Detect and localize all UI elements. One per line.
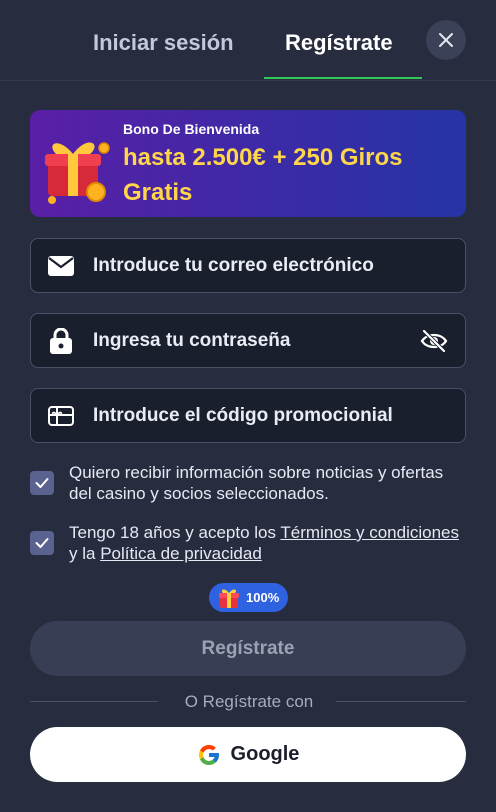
promo-field-container — [30, 388, 466, 443]
checkmark-icon — [35, 538, 49, 548]
email-input[interactable] — [91, 238, 465, 293]
envelope-icon — [47, 252, 75, 280]
toggle-password-visibility[interactable] — [419, 326, 449, 356]
terms-middle: y la — [69, 544, 101, 563]
welcome-bonus-banner: Bono De Bienvenida hasta 2.500€ + 250 Gi… — [30, 110, 466, 217]
divider-line-right — [336, 701, 466, 702]
checkmark-icon — [35, 478, 49, 488]
promo-code-input[interactable] — [91, 388, 465, 443]
email-field-container — [30, 238, 466, 293]
progress-value: 100% — [246, 590, 280, 605]
google-signup-button[interactable]: Google — [30, 727, 466, 782]
terms-link[interactable]: Términos y condiciones — [280, 523, 459, 542]
marketing-consent-row: Quiero recibir información sobre noticia… — [30, 462, 466, 506]
privacy-link[interactable]: Política de privacidad — [100, 544, 262, 563]
divider-line-left — [30, 701, 158, 702]
active-tab-indicator — [264, 77, 422, 79]
social-divider: O Regístrate con — [30, 692, 466, 712]
eye-off-icon — [420, 329, 448, 352]
register-submit-button[interactable]: Regístrate — [30, 621, 466, 676]
lock-icon — [47, 327, 75, 355]
divider-text: O Regístrate con — [184, 692, 314, 711]
gift-box-icon — [45, 142, 110, 204]
password-field-container — [30, 313, 466, 368]
terms-consent-row: Tengo 18 años y acepto los Términos y co… — [30, 522, 466, 566]
auth-tabs: Iniciar sesión Regístrate — [0, 0, 496, 81]
terms-consent-label: Tengo 18 años y acepto los Términos y co… — [69, 522, 464, 564]
terms-consent-checkbox[interactable] — [30, 531, 54, 555]
gift-card-icon — [47, 402, 75, 430]
password-input[interactable] — [91, 313, 419, 368]
close-icon — [439, 33, 453, 47]
google-logo-icon — [198, 744, 219, 765]
google-button-label: Google — [230, 743, 300, 765]
terms-prefix: Tengo 18 años y acepto los — [69, 523, 281, 542]
marketing-consent-checkbox[interactable] — [30, 471, 54, 495]
bonus-title: Bono De Bienvenida — [123, 121, 260, 137]
tab-login[interactable]: Iniciar sesión — [93, 30, 234, 56]
progress-badge: 100% — [209, 583, 288, 612]
marketing-consent-label: Quiero recibir información sobre noticia… — [69, 463, 444, 503]
gift-icon — [219, 589, 239, 608]
bonus-amount: hasta 2.500€ + 250 Giros Gratis — [123, 144, 403, 206]
close-button[interactable] — [426, 20, 466, 60]
tab-register[interactable]: Regístrate — [285, 30, 393, 56]
